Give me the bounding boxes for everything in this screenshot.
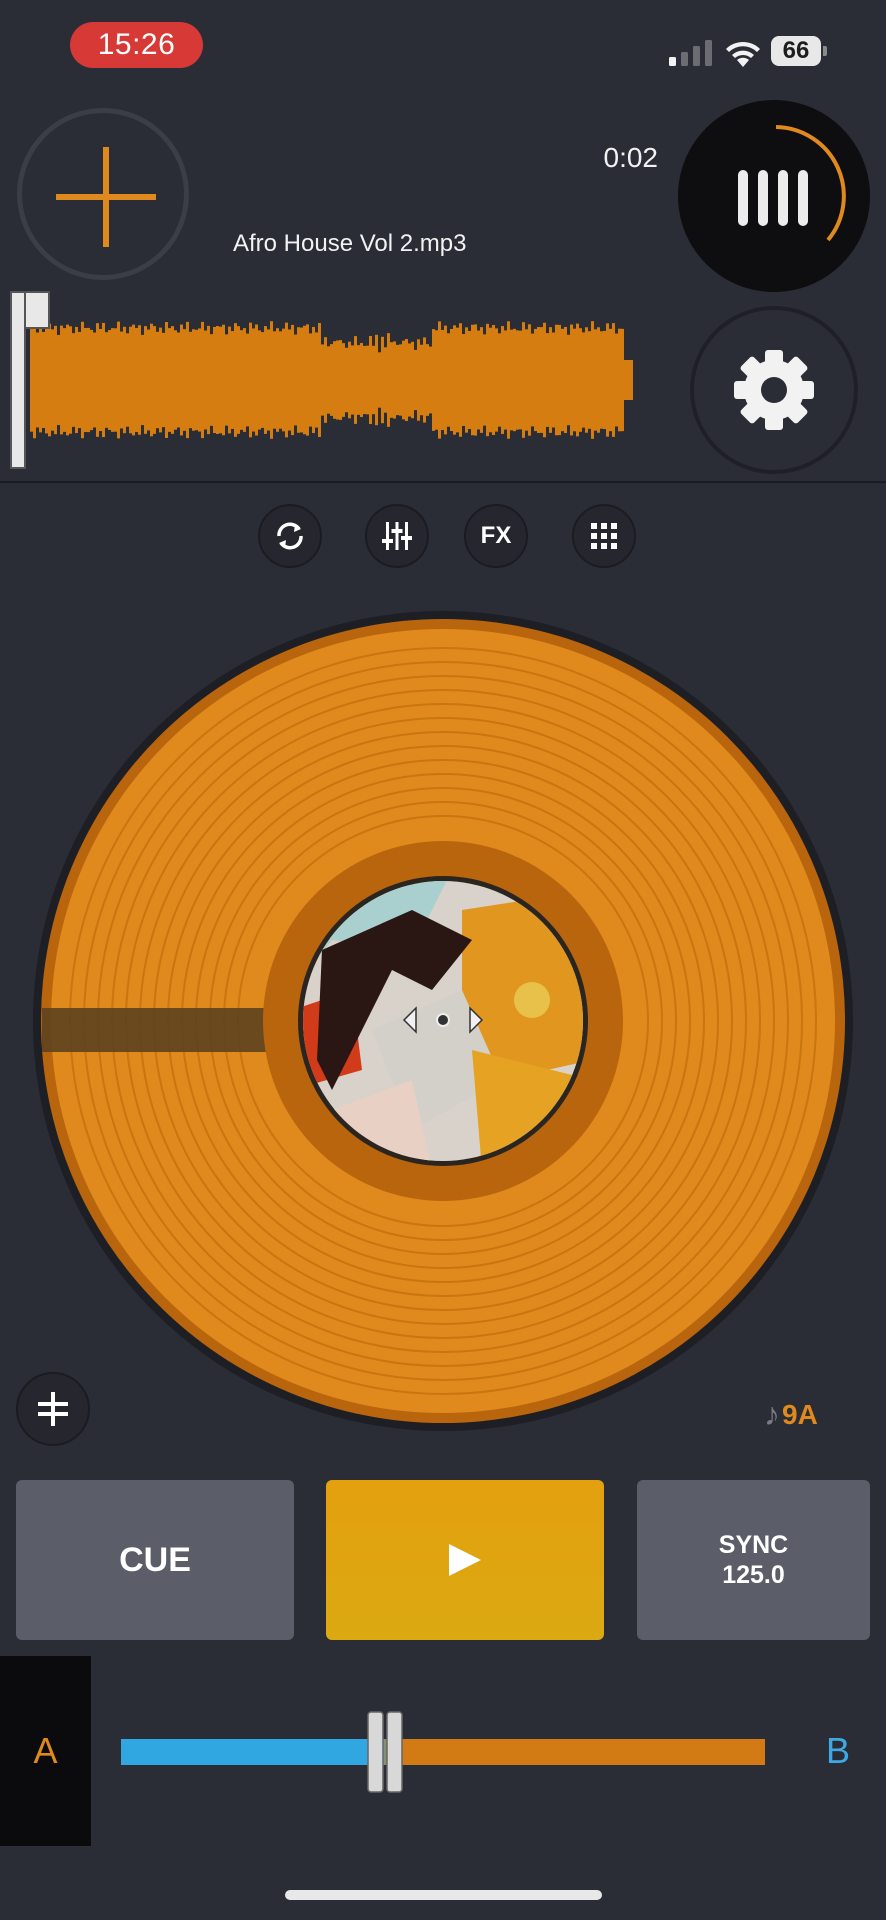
tempo-button[interactable]: [678, 100, 870, 292]
crossfader-deck-a-portion: [121, 1739, 386, 1765]
cellular-signal-icon: [669, 40, 712, 66]
crossfader-handle[interactable]: [367, 1711, 403, 1793]
fx-button[interactable]: FX: [464, 504, 528, 568]
loop-button[interactable]: [258, 504, 322, 568]
plus-icon: [56, 147, 156, 247]
pitch-icon: [38, 1392, 68, 1426]
deck-b-label: B: [826, 1730, 851, 1771]
gear-icon: [734, 350, 814, 430]
eq-sliders-icon: [382, 522, 412, 550]
sync-button[interactable]: SYNC 125.0: [637, 1480, 870, 1640]
waveform-overview[interactable]: [10, 290, 640, 470]
status-time: 15:26: [70, 22, 203, 68]
key-value: 9A: [782, 1398, 818, 1430]
eq-button[interactable]: [365, 504, 429, 568]
track-elapsed-time: 0:02: [603, 142, 659, 173]
music-note-icon: ♪: [764, 1396, 780, 1432]
loop-icon: [277, 522, 303, 550]
play-button[interactable]: [326, 1480, 604, 1640]
home-indicator[interactable]: [285, 1890, 602, 1900]
cue-button[interactable]: CUE: [16, 1480, 294, 1640]
divider: [0, 481, 886, 483]
fx-label: FX: [480, 522, 512, 549]
deck-a-label: A: [0, 1656, 91, 1846]
playhead-line: [10, 291, 26, 469]
tempo-bars-icon: [738, 125, 846, 242]
pitch-button[interactable]: [16, 1372, 90, 1446]
track-key: ♪ 9A: [764, 1396, 818, 1433]
play-icon: [449, 1544, 481, 1576]
wifi-icon: [726, 41, 760, 67]
grid-icon: [591, 523, 617, 549]
add-track-button[interactable]: [17, 108, 189, 280]
settings-button[interactable]: [690, 306, 858, 474]
battery-level: 66: [771, 36, 821, 66]
sync-label: SYNC: [718, 1531, 789, 1559]
track-title: Afro House Vol 2.mp3: [233, 230, 467, 257]
bpm-value: 125.0: [722, 1561, 785, 1589]
pads-button[interactable]: [572, 504, 636, 568]
battery-indicator: 66: [771, 36, 827, 68]
jog-wheel[interactable]: [32, 610, 854, 1432]
